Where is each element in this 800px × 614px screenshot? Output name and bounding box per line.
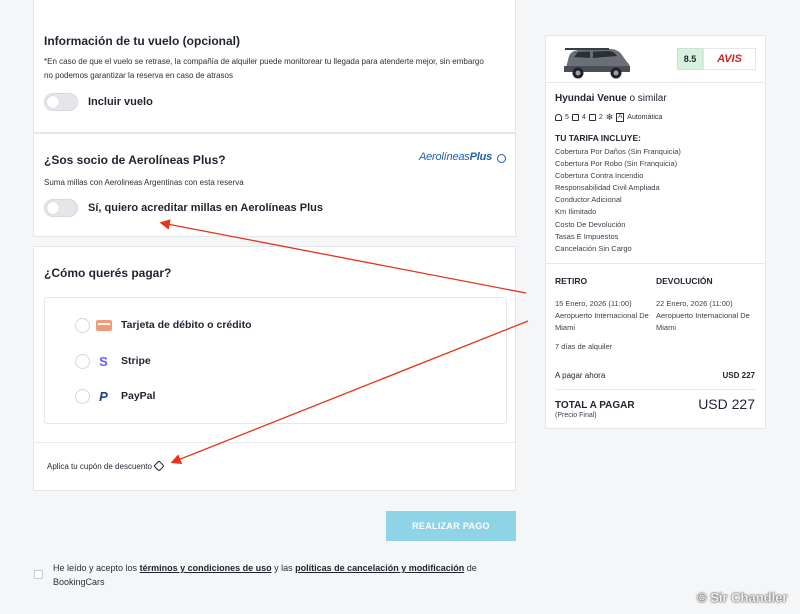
flight-info-note-line2: no podemos garantizar la reserva en caso… <box>44 71 233 80</box>
stripe-icon: S <box>99 354 108 369</box>
terms-checkbox[interactable] <box>34 570 43 579</box>
car-name: Hyundai Venue o similar <box>555 93 667 104</box>
aerolineas-logo-text: Aerolíneas <box>419 151 470 163</box>
tag-icon <box>153 460 165 472</box>
pay-now-label: A pagar ahora <box>555 371 606 380</box>
snowflake-icon: ❄ <box>605 112 614 122</box>
seats-count: 5 <box>565 114 569 121</box>
list-item: Cobertura Contra Incendio <box>555 171 644 181</box>
return-date: 22 Enero, 2026 (11:00) <box>656 299 733 308</box>
seat-icon <box>555 114 562 121</box>
toggle-knob <box>47 202 59 214</box>
luggage-icon <box>588 114 596 121</box>
list-item: Tasas E Impuestos <box>555 231 619 241</box>
aerolineas-subtitle: Suma millas con Aerolineas Argentinas co… <box>44 178 244 187</box>
radio-stripe[interactable] <box>75 354 90 369</box>
aerolineas-plus-logo: AerolíneasPlus <box>419 151 492 163</box>
door-icon <box>571 114 579 121</box>
terms-part1: He leído y acepto los <box>53 563 138 573</box>
list-item: Costo De Devolución <box>555 219 626 229</box>
aerolineas-miles-label[interactable]: Sí, quiero acreditar millas en Aerolínea… <box>88 202 323 214</box>
payment-section: ¿Cómo querés pagar? Tarjeta de débito o … <box>33 246 516 491</box>
divider <box>555 389 756 390</box>
terms-link[interactable]: términos y condiciones de uso <box>140 563 272 573</box>
flight-info-section: Información de tu vuelo (opcional) *En c… <box>33 0 516 133</box>
coupon-label[interactable]: Aplica tu cupón de descuento <box>47 462 152 471</box>
terms-text: He leído y acepto los términos y condici… <box>53 561 493 589</box>
aerolineas-logo-plus: Plus <box>469 151 493 163</box>
watermark: © Sir Chandler <box>697 590 788 605</box>
transmission-label: Automática <box>627 114 663 121</box>
pay-now-value: USD 227 <box>722 371 755 380</box>
aerolineas-title: ¿Sos socio de Aerolíneas Plus? <box>44 153 226 167</box>
pickup-details: 15 Enero, 2026 (11:00) Aeropuerto Intern… <box>555 298 655 334</box>
payment-method-label: Tarjeta de débito o crédito <box>121 319 252 331</box>
include-flight-label[interactable]: Incluir vuelo <box>88 96 153 108</box>
payment-method-label: Stripe <box>121 355 151 367</box>
car-image <box>564 48 630 79</box>
list-item: Conductor Adicional <box>555 195 622 205</box>
payment-method-paypal[interactable]: P PayPal <box>45 385 506 409</box>
avis-logo: AVIS <box>703 48 756 70</box>
list-item: Cobertura Por Robo (Sin Franquicia) <box>555 159 678 169</box>
total-label: TOTAL A PAGAR <box>555 400 635 411</box>
payment-method-label: PayPal <box>121 390 156 402</box>
divider <box>546 263 765 264</box>
includes-list: Cobertura Por Daños (Sin Franquicia) Cob… <box>555 146 681 255</box>
car-model: Hyundai Venue <box>555 93 627 104</box>
rating-score: 8.5 <box>677 48 703 70</box>
return-heading: DEVOLUCIÓN <box>656 276 713 286</box>
terms-part2: y las <box>274 563 293 573</box>
bags-count: 2 <box>598 114 603 121</box>
list-item: Responsabilidad Civil Ampliada <box>555 183 660 193</box>
return-place: Aeropuerto Internacional De Miami <box>656 311 750 332</box>
total-sublabel: (Precio Final) <box>555 412 597 419</box>
payment-methods-list: Tarjeta de débito o crédito S Stripe P P… <box>44 297 507 424</box>
credit-card-icon <box>95 317 112 334</box>
include-flight-toggle[interactable] <box>44 93 78 111</box>
pickup-heading: RETIRO <box>555 276 588 286</box>
list-item: Cobertura Por Daños (Sin Franquicia) <box>555 147 681 156</box>
flight-info-title: Información de tu vuelo (opcional) <box>44 34 241 48</box>
doors-count: 4 <box>581 114 586 121</box>
payment-title: ¿Cómo querés pagar? <box>44 266 172 280</box>
return-details: 22 Enero, 2026 (11:00) Aeropuerto Intern… <box>656 298 756 334</box>
payment-method-card[interactable]: Tarjeta de débito o crédito <box>45 314 506 338</box>
includes-title: TU TARIFA INCLUYE: <box>555 133 641 143</box>
payment-method-stripe[interactable]: S Stripe <box>45 350 506 374</box>
flight-info-note-line1: *En caso de que el vuelo se retrase, la … <box>44 57 484 66</box>
list-item: Km Ilimitado <box>555 207 597 217</box>
aerolineas-plus-section: ¿Sos socio de Aerolíneas Plus? Aerolínea… <box>33 133 516 237</box>
pay-button[interactable]: REALIZAR PAGO <box>386 511 516 541</box>
pickup-date: 15 Enero, 2026 (11:00) <box>555 299 632 308</box>
car-specs: 5 4 2 ❄ A Automática <box>555 112 662 123</box>
pickup-place: Aeropuerto Internacional De Miami <box>555 311 649 332</box>
total-value: USD 227 <box>698 396 755 412</box>
transmission-icon: A <box>616 113 625 122</box>
coupon-link[interactable]: Aplica tu cupón de descuento <box>47 460 165 472</box>
aerolineas-miles-toggle[interactable] <box>44 199 78 217</box>
paypal-icon: P <box>99 389 108 404</box>
radio-card[interactable] <box>75 318 90 333</box>
divider <box>546 82 765 83</box>
radio-paypal[interactable] <box>75 389 90 404</box>
booking-summary: 8.5 AVIS Hyundai Venue o similar 5 4 2 ❄… <box>545 35 766 429</box>
cancellation-policy-link[interactable]: políticas de cancelación y modificación <box>295 563 464 573</box>
car-similar: o similar <box>629 93 667 104</box>
aerolineas-bird-icon <box>497 154 506 163</box>
divider <box>34 442 515 443</box>
toggle-knob <box>47 96 59 108</box>
list-item: Cancelación Sin Cargo <box>555 243 632 253</box>
rental-days: 7 días de alquiler <box>555 342 613 351</box>
